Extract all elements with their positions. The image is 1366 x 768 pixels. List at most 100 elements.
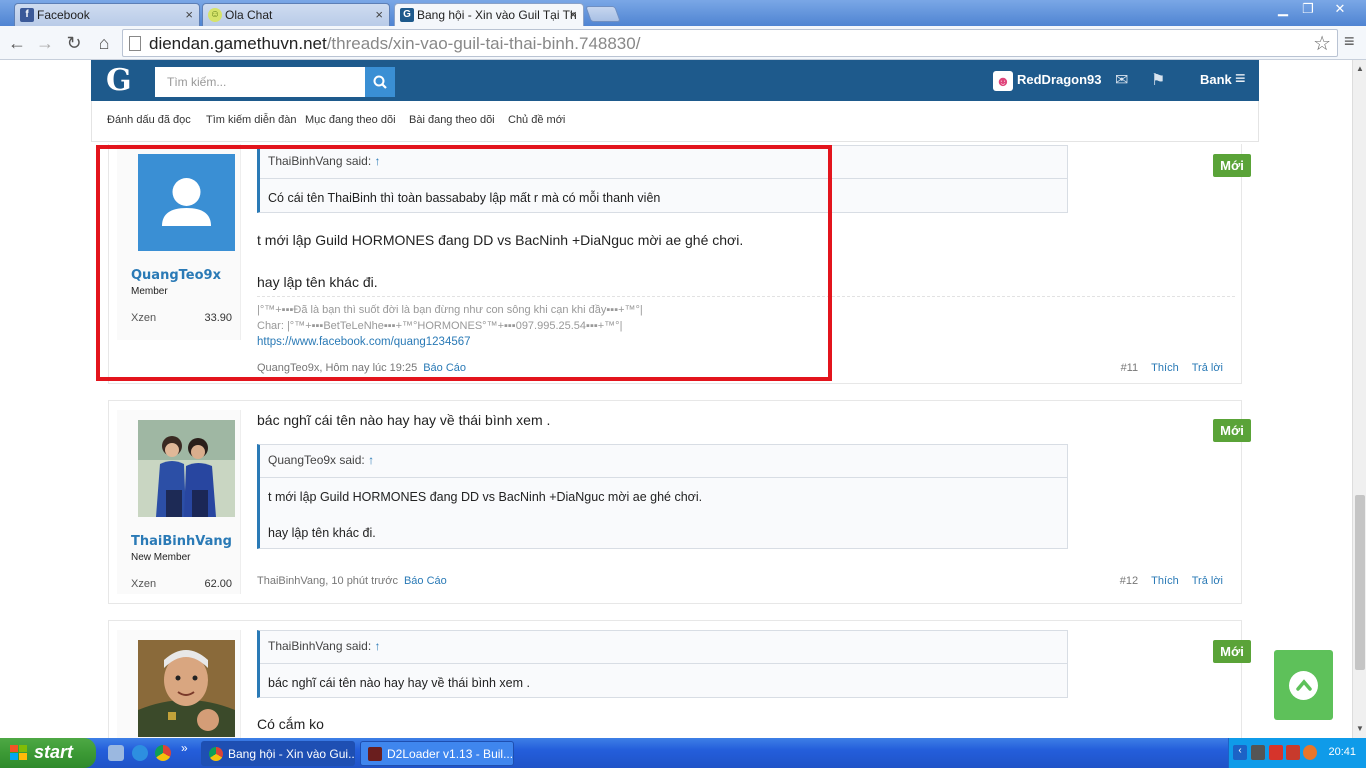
tab-label: Facebook [37,8,90,22]
back-to-top-button[interactable] [1274,650,1333,720]
windows-taskbar: start » Bang hội - Xin vào Gui... D2Load… [0,738,1366,768]
url-path: /threads/xin-vao-guil-tai-thai-binh.7488… [326,34,641,53]
scroll-down-icon[interactable]: ▼ [1356,724,1364,733]
user-name[interactable]: RedDragon93 [1017,72,1102,87]
post-number[interactable]: #11 [1121,362,1139,374]
alerts-flag-icon[interactable]: ⚑ [1151,70,1165,90]
post-number[interactable]: #12 [1120,575,1138,587]
xzen-label: Xzen [131,578,157,590]
browser-menu-icon[interactable]: ≡ [1344,31,1355,52]
browser-toolbar: ← → ↻ ⌂ diendan.gamethuvn.net/threads/xi… [0,26,1366,60]
start-button[interactable]: start [0,738,96,768]
post-13: ThaiBinhVang said: ↑ bác nghĩ cái tên nà… [108,620,1251,738]
diablo-icon [368,747,382,761]
go-to-quote-icon[interactable]: ↑ [368,453,374,467]
quote-text-line: t mới lập Guild HORMONES đang DD vs BacN… [268,490,703,504]
tab-label: Ola Chat [225,8,273,22]
subnav-watched-threads[interactable]: Mục đang theo dõi [305,114,396,126]
quicklaunch-more-icon[interactable]: » [181,741,188,755]
bank-link[interactable]: Bank [1200,72,1232,87]
task-label: Bang hội - Xin vào Gui... [228,747,355,761]
tray-vietkey-icon[interactable] [1269,745,1283,760]
page-scrollbar[interactable]: ▲ ▼ [1352,60,1366,738]
site-logo[interactable]: G [106,63,132,98]
avatar[interactable] [138,640,235,737]
post-message-line: bác nghĩ cái tên nào hay hay về thái bìn… [257,412,551,428]
subnav-search-forum[interactable]: Tìm kiếm diễn đàn [206,114,296,126]
tray-collapse-icon[interactable]: ‹ [1233,745,1247,760]
tab-label: Bang hội - Xin vào Guil Tại Th [417,8,577,22]
page-icon [129,36,141,51]
show-desktop-icon[interactable] [108,745,124,761]
new-badge: Mới [1213,640,1251,663]
reload-icon[interactable]: ↻ [62,31,86,55]
url-domain: diendan.gamethuvn.net [149,34,327,53]
tray-chat-icon[interactable] [1303,745,1317,760]
quote-text: bác nghĩ cái tên nào hay hay về thái bìn… [268,676,530,690]
tray-app-icon[interactable] [1251,745,1265,760]
hamburger-menu-icon[interactable]: ≡ [1235,68,1246,89]
site-header: G Tìm kiếm... ☻ RedDragon93 ✉ ⚑ Bank ≡ [91,60,1259,101]
post-12: ThaiBinhVang New Member Xzen 62.00 bác n… [108,400,1251,604]
restore-icon[interactable]: ❐ [1295,0,1321,18]
close-icon[interactable]: × [185,7,193,22]
bookmark-star-icon[interactable]: ☆ [1313,31,1331,56]
chrome-icon[interactable] [155,745,171,761]
post-author-panel [117,630,241,738]
taskbar-item-chrome[interactable]: Bang hội - Xin vào Gui... [201,741,355,766]
back-icon[interactable]: ← [5,31,29,55]
quote-author: QuangTeo9x said: [268,453,365,467]
subnav-mark-read[interactable]: Đánh dấu đã đọc [107,114,191,126]
report-link[interactable]: Báo Cáo [404,575,447,587]
subnav-watched-posts[interactable]: Bài đang theo dõi [409,114,495,126]
close-icon[interactable]: × [569,7,577,22]
forward-icon[interactable]: → [33,31,57,55]
quote-block: QuangTeo9x said: ↑ t mới lập Guild HORMO… [257,444,1068,549]
task-label: D2Loader v1.13 - Buil... [387,747,514,761]
post-meta: ThaiBinhVang, 10 phút trước Báo Cáo [257,575,447,587]
inbox-icon[interactable]: ✉ [1115,70,1128,90]
close-window-icon[interactable]: ✕ [1327,0,1353,18]
tab-ola-chat[interactable]: ☺ Ola Chat × [202,3,390,26]
author-title: New Member [131,552,191,563]
minimize-icon[interactable]: ▁ [1270,0,1296,18]
internet-explorer-icon[interactable] [132,745,148,761]
author-username[interactable]: ThaiBinhVang [131,534,232,549]
xzen-value: 62.00 [204,578,232,590]
tray-security-icon[interactable] [1286,745,1300,760]
home-icon[interactable]: ⌂ [92,31,116,55]
address-bar[interactable]: diendan.gamethuvn.net/threads/xin-vao-gu… [122,29,1338,57]
post-actions: #11 Thích Trả lời [1121,362,1223,374]
facebook-icon: f [20,8,34,22]
subnav-new-threads[interactable]: Chủ đề mới [508,114,565,126]
post-author-time[interactable]: ThaiBinhVang, 10 phút trước [257,575,398,587]
chevron-up-icon [1289,671,1318,700]
tab-facebook[interactable]: f Facebook × [14,3,200,26]
like-link[interactable]: Thích [1151,362,1179,374]
search-input[interactable]: Tìm kiếm... [155,67,365,97]
reply-link[interactable]: Trả lời [1192,362,1223,374]
close-icon[interactable]: × [375,7,383,22]
tab-gamethuvn[interactable]: G Bang hội - Xin vào Guil Tại Th × [394,3,584,26]
highlight-annotation [96,145,832,381]
reply-link[interactable]: Trả lời [1192,575,1223,587]
gamethu-icon: G [400,8,414,22]
sub-navigation: Đánh dấu đã đọc Tìm kiếm diễn đàn Mục đa… [91,101,1259,142]
new-badge: Mới [1213,154,1251,177]
chrome-icon [209,747,223,761]
user-avatar[interactable]: ☻ [993,71,1013,91]
go-to-quote-icon[interactable]: ↑ [375,639,381,653]
scroll-up-icon[interactable]: ▲ [1356,64,1364,73]
post-author-panel: ThaiBinhVang New Member Xzen 62.00 [117,410,241,594]
like-link[interactable]: Thích [1151,575,1179,587]
quote-text: t mới lập Guild HORMONES đang DD vs BacN… [260,478,1067,552]
scrollbar-thumb[interactable] [1355,495,1365,670]
quote-text-line: hay lập tên khác đi. [268,526,376,540]
taskbar-item-d2loader[interactable]: D2Loader v1.13 - Buil... [360,741,514,766]
new-tab-button[interactable] [585,6,621,22]
search-icon[interactable] [365,67,395,97]
quote-header: QuangTeo9x said: ↑ [260,445,1067,478]
page-viewport: G Tìm kiếm... ☻ RedDragon93 ✉ ⚑ Bank ≡ Đ… [0,60,1352,738]
avatar[interactable] [138,420,235,517]
quote-header: ThaiBinhVang said: ↑ [260,631,1067,664]
